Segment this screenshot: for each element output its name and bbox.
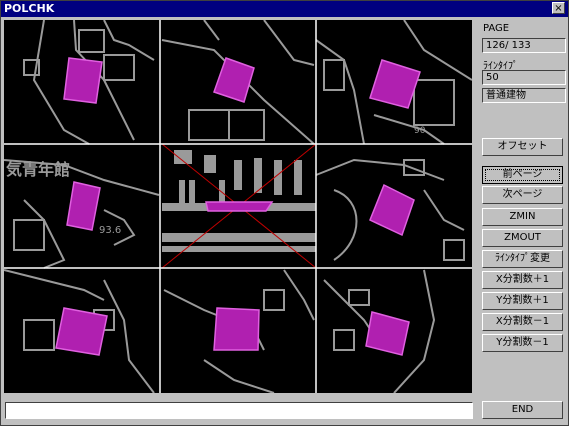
building-polygon [365, 311, 410, 356]
window-title: POLCHK [4, 2, 55, 15]
building-polygon [205, 201, 274, 212]
building-polygon [369, 183, 415, 237]
building-polygon [213, 307, 260, 351]
building-polygon [55, 307, 108, 356]
map-label-facility: 気青年館 [6, 160, 70, 179]
change-linetype-button[interactable]: ﾗｲﾝﾀｲﾌﾟ変更 [482, 250, 563, 268]
offset-button[interactable]: オフセット [482, 138, 563, 156]
zmout-button[interactable]: ZMOUT [482, 229, 563, 247]
end-button[interactable]: END [482, 401, 563, 419]
prev-page-button[interactable]: 前ページ [482, 166, 563, 184]
map-grid-view[interactable]: 気青年館 93.6 90 [4, 20, 472, 393]
building-polygon [213, 57, 255, 103]
building-polygon [63, 57, 103, 104]
x-div-minus-button[interactable]: X分割数－1 [482, 313, 563, 331]
x-div-plus-button[interactable]: X分割数＋1 [482, 271, 563, 289]
status-input[interactable] [5, 402, 473, 419]
linetype-name-field: 普通建物 [482, 88, 566, 103]
map-label-spot-value: 90 [414, 126, 426, 136]
page-label: PAGE [483, 23, 510, 34]
building-polygon [66, 181, 101, 231]
close-button[interactable]: × [552, 2, 565, 14]
y-div-plus-button[interactable]: Y分割数＋1 [482, 292, 563, 310]
map-label-elevation: 93.6 [99, 225, 121, 236]
map-canvas: 気青年館 93.6 90 [4, 20, 472, 393]
y-div-minus-button[interactable]: Y分割数－1 [482, 334, 563, 352]
page-field: 126/ 133 [482, 38, 566, 53]
building-polygon [369, 59, 421, 109]
polchk-window: POLCHK × 気青年館 93.6 90 PAGE 126/ 133 ﾗｲﾝﾀ… [0, 0, 569, 426]
zmin-button[interactable]: ZMIN [482, 208, 563, 226]
next-page-button[interactable]: 次ページ [482, 186, 563, 204]
title-bar: POLCHK × [1, 1, 568, 17]
linetype-field[interactable]: 50 [482, 70, 566, 85]
